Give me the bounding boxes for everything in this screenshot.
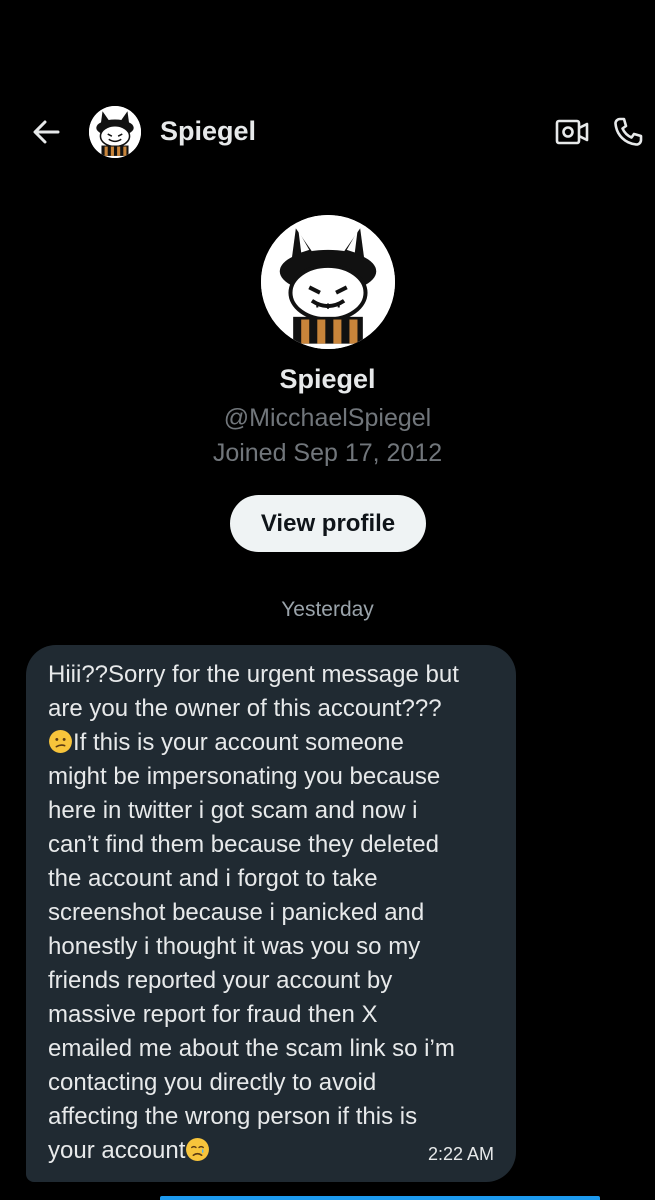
view-profile-button[interactable]: View profile: [230, 495, 426, 552]
profile-joined-date: Joined Sep 17, 2012: [212, 439, 443, 467]
conversation-title[interactable]: Spiegel: [160, 114, 256, 148]
confused-face-emoji: [49, 730, 72, 753]
profile-name: Spiegel: [279, 364, 376, 394]
crying-face-emoji: [186, 1138, 210, 1161]
message-line: friends reported your account by: [48, 967, 393, 994]
message-line: If this is your account someone: [48, 726, 496, 760]
message-line: can’t find them because they deleted: [48, 831, 439, 858]
message-line: the account and i forgot to take: [48, 865, 378, 892]
message-line: are you the owner of this account???: [48, 695, 442, 722]
message-line: screenshot because i panicked and: [48, 899, 425, 926]
message-line-text: your account: [48, 1137, 186, 1164]
arrow-left-icon: [33, 120, 60, 144]
profile-handle: @MicchaelSpiegel: [223, 404, 432, 432]
day-divider: Yesterday: [281, 598, 374, 621]
video-call-button[interactable]: [552, 114, 592, 150]
voice-call-button[interactable]: [608, 112, 648, 152]
message-line: emailed me about the scam link so i’m: [48, 1035, 455, 1062]
cat-avatar-image: [89, 106, 141, 158]
message-line: here in twitter i got scam and now i: [48, 797, 418, 824]
message-timestamp: 2:22 AM: [427, 1144, 494, 1164]
avatar[interactable]: [89, 106, 141, 158]
message-line: might be impersonating you because: [48, 763, 441, 790]
video-camera-icon: [555, 119, 589, 145]
message-text: Hiii??Sorry for the urgent message but a…: [48, 658, 496, 1168]
phone-icon: [614, 117, 643, 146]
chat-header: Spiegel: [0, 88, 655, 174]
message-line: affecting the wrong person if this is: [48, 1103, 418, 1130]
message-bubble[interactable]: Hiii??Sorry for the urgent message but a…: [26, 645, 516, 1182]
message-line: massive report for fraud then X: [48, 1001, 378, 1028]
back-button[interactable]: [26, 112, 66, 152]
message-line-text: If this is your account someone: [73, 729, 404, 756]
message-line: contacting you directly to avoid: [48, 1069, 377, 1096]
cat-avatar-image: [261, 215, 395, 349]
composer-edge: [160, 1196, 600, 1200]
message-line: honestly i thought it was you so my: [48, 933, 421, 960]
message-line: Hiii??Sorry for the urgent message but: [48, 661, 459, 688]
profile-avatar[interactable]: [261, 215, 395, 349]
